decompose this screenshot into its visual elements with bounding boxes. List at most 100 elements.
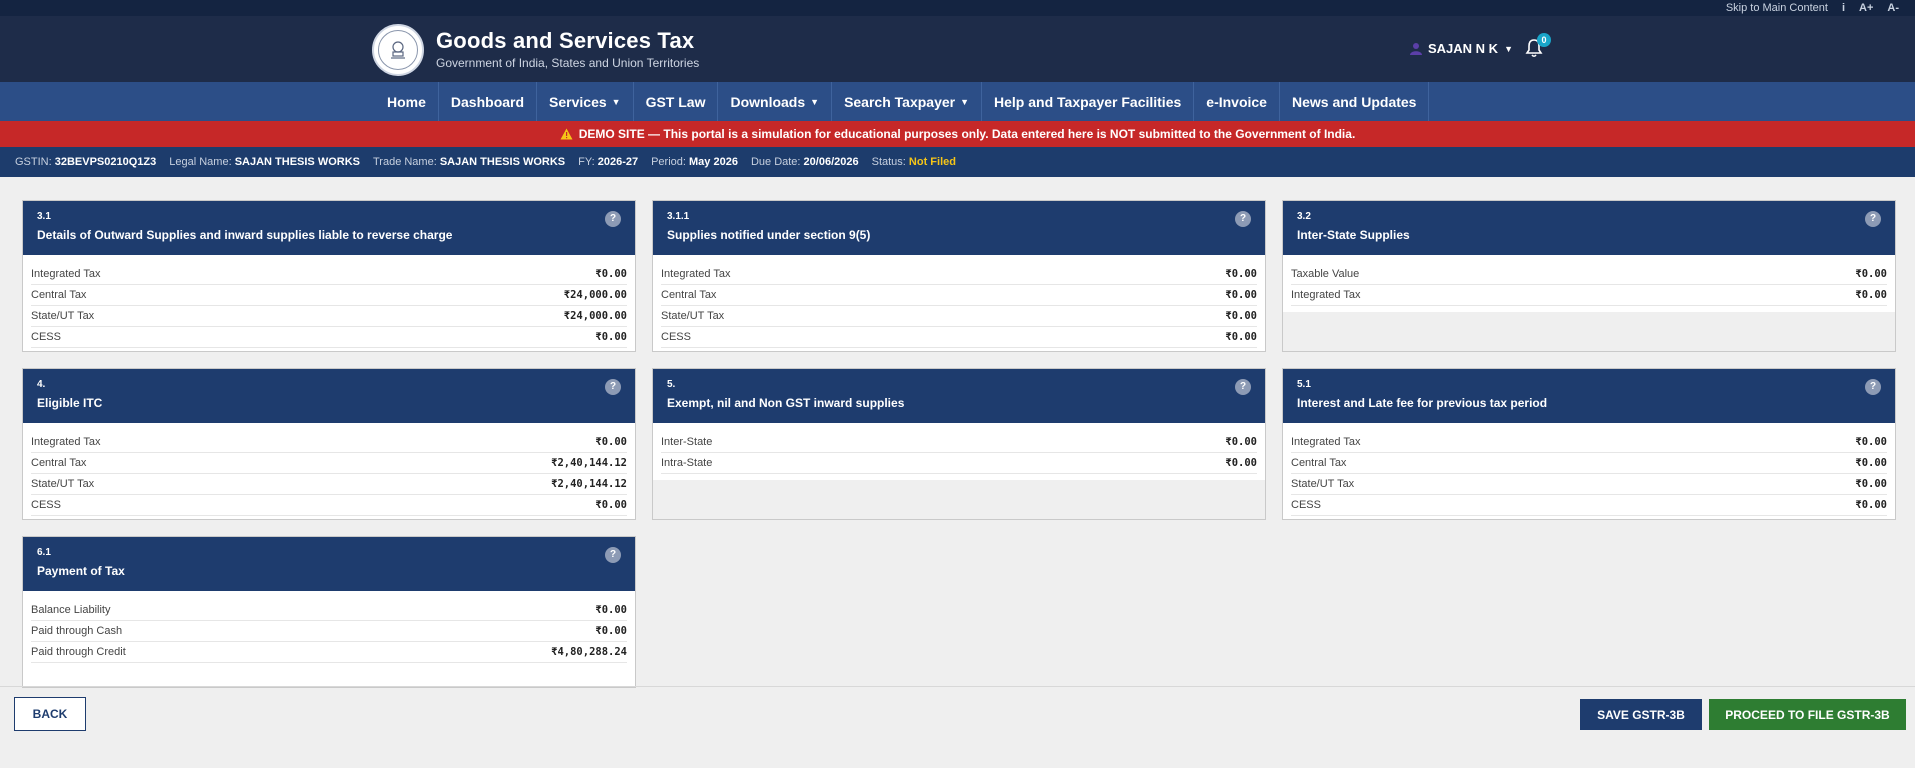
section-card-3-2[interactable]: 3.2 Inter-State Supplies ? Taxable Value… (1282, 200, 1896, 352)
warning-icon (560, 128, 573, 140)
gstin-info: GSTIN: 32BEVPS0210Q1Z3 (15, 156, 157, 168)
card-empty-area (1283, 312, 1895, 351)
table-row: State/UT Tax ₹24,000.00 (31, 306, 627, 327)
nav-news[interactable]: News and Updates (1280, 82, 1430, 121)
row-value: ₹24,000.00 (563, 289, 627, 301)
legal-name-info: Legal Name: SAJAN THESIS WORKS (169, 156, 360, 168)
row-label: State/UT Tax (661, 310, 725, 322)
card-header: 3.1.1 Supplies notified under section 9(… (653, 201, 1265, 255)
skip-to-main-link[interactable]: Skip to Main Content (1726, 2, 1828, 14)
card-header: 4. Eligible ITC ? (23, 369, 635, 423)
card-title: Details of Outward Supplies and inward s… (37, 228, 453, 242)
card-section-number: 5.1 (1297, 379, 1311, 390)
nav-services[interactable]: Services ▼ (537, 82, 634, 121)
font-increase-button[interactable]: A+ (1859, 2, 1873, 14)
table-row: State/UT Tax ₹2,40,144.12 (31, 474, 627, 495)
nav-help[interactable]: Help and Taxpayer Facilities (982, 82, 1195, 121)
row-label: Integrated Tax (661, 268, 731, 280)
help-icon[interactable]: ? (1865, 379, 1881, 395)
nav-help-label: Help and Taxpayer Facilities (994, 93, 1182, 110)
help-icon[interactable]: ? (1235, 211, 1251, 227)
help-icon[interactable]: ? (605, 379, 621, 395)
row-value: ₹2,40,144.12 (551, 478, 627, 490)
row-value: ₹0.00 (595, 604, 627, 616)
card-header: 3.2 Inter-State Supplies ? (1283, 201, 1895, 255)
section-card-5-1[interactable]: 5.1 Interest and Late fee for previous t… (1282, 368, 1896, 520)
gstr3b-summary-grid: 3.1 Details of Outward Supplies and inwa… (22, 200, 1897, 688)
user-icon (1410, 43, 1422, 55)
row-label: Balance Liability (31, 604, 111, 616)
row-label: Paid through Cash (31, 625, 123, 637)
due-date-value: 20/06/2026 (803, 156, 859, 168)
table-row: Central Tax ₹2,40,144.12 (31, 453, 627, 474)
table-row: Central Tax ₹0.00 (661, 285, 1257, 306)
section-card-3-1-1[interactable]: 3.1.1 Supplies notified under section 9(… (652, 200, 1266, 352)
main-nav: Home Dashboard Services ▼ GST Law Downloa… (0, 82, 1915, 121)
section-card-4[interactable]: 4. Eligible ITC ? Integrated Tax ₹0.00 Ce… (22, 368, 636, 520)
nav-search-taxpayer-label: Search Taxpayer (844, 93, 956, 110)
row-label: Integrated Tax (1291, 436, 1361, 448)
help-icon[interactable]: ? (605, 547, 621, 563)
nav-gst-law[interactable]: GST Law (634, 82, 719, 121)
row-value: ₹0.00 (1855, 289, 1887, 301)
nav-einvoice[interactable]: e-Invoice (1194, 82, 1280, 121)
row-label: Taxable Value (1291, 268, 1360, 280)
table-row: Inter-State ₹0.00 (661, 432, 1257, 453)
nav-downloads-label: Downloads (730, 93, 806, 110)
help-icon[interactable]: ? (1865, 211, 1881, 227)
nav-downloads[interactable]: Downloads ▼ (718, 82, 833, 121)
nav-gst-law-label: GST Law (645, 93, 706, 110)
row-label: Inter-State (661, 436, 713, 448)
back-button[interactable]: BACK (14, 697, 86, 731)
row-label: Paid through Credit (31, 646, 126, 658)
card-title: Supplies notified under section 9(5) (667, 228, 871, 242)
table-row: Intra-State ₹0.00 (661, 453, 1257, 474)
user-menu[interactable]: SAJAN N K ▼ (1410, 41, 1513, 56)
section-card-5[interactable]: 5. Exempt, nil and Non GST inward suppli… (652, 368, 1266, 520)
site-title: Goods and Services Tax (436, 28, 695, 53)
row-label: CESS (661, 331, 691, 343)
status-value: Not Filed (908, 156, 956, 168)
help-icon[interactable]: ? (1235, 379, 1251, 395)
row-value: ₹0.00 (1855, 478, 1887, 490)
nav-dashboard[interactable]: Dashboard (439, 82, 538, 121)
card-header: 6.1 Payment of Tax ? (23, 537, 635, 591)
nav-news-label: News and Updates (1291, 93, 1417, 110)
row-value: ₹0.00 (595, 499, 627, 511)
caret-down-icon: ▼ (810, 96, 820, 107)
section-card-6-1[interactable]: 6.1 Payment of Tax ? Balance Liability ₹0… (22, 536, 636, 688)
fy-value: 2026-27 (597, 156, 639, 168)
user-name: SAJAN N K (1428, 41, 1499, 56)
caret-down-icon: ▼ (960, 96, 970, 107)
nav-einvoice-label: e-Invoice (1206, 93, 1267, 110)
row-value: ₹0.00 (595, 436, 627, 448)
card-header: 5. Exempt, nil and Non GST inward suppli… (653, 369, 1265, 423)
row-label: State/UT Tax (31, 310, 95, 322)
notifications-button[interactable]: 0 (1525, 33, 1551, 61)
gstin-value: 32BEVPS0210Q1Z3 (54, 156, 157, 168)
table-row: Integrated Tax ₹0.00 (31, 432, 627, 453)
row-label: Integrated Tax (1291, 289, 1361, 301)
help-icon[interactable]: ? (605, 211, 621, 227)
row-value: ₹0.00 (1855, 457, 1887, 469)
nav-services-label: Services (549, 93, 607, 110)
utility-bar: Skip to Main Content i A+ A- (0, 0, 1915, 16)
font-decrease-button[interactable]: A- (1887, 2, 1899, 14)
nav-search-taxpayer[interactable]: Search Taxpayer ▼ (832, 82, 983, 121)
nav-home[interactable]: Home (375, 82, 439, 121)
row-label: CESS (1291, 499, 1321, 511)
row-label: Central Tax (661, 289, 717, 301)
row-label: Integrated Tax (31, 268, 101, 280)
section-card-3-1[interactable]: 3.1 Details of Outward Supplies and inwa… (22, 200, 636, 352)
chevron-down-icon: ▼ (1504, 43, 1513, 54)
save-gstr3b-button[interactable]: SAVE GSTR-3B (1580, 699, 1702, 730)
emblem-icon (391, 41, 405, 59)
proceed-to-file-button[interactable]: PROCEED TO FILE GSTR-3B (1709, 699, 1906, 730)
demo-banner: DEMO SITE — This portal is a simulation … (0, 121, 1915, 147)
info-icon[interactable]: i (1842, 2, 1845, 14)
table-row: Taxable Value ₹0.00 (1291, 264, 1887, 285)
table-row: Paid through Credit ₹4,80,288.24 (31, 642, 627, 663)
row-label: Central Tax (1291, 457, 1347, 469)
table-row: State/UT Tax ₹0.00 (1291, 474, 1887, 495)
table-row: Paid through Cash ₹0.00 (31, 621, 627, 642)
